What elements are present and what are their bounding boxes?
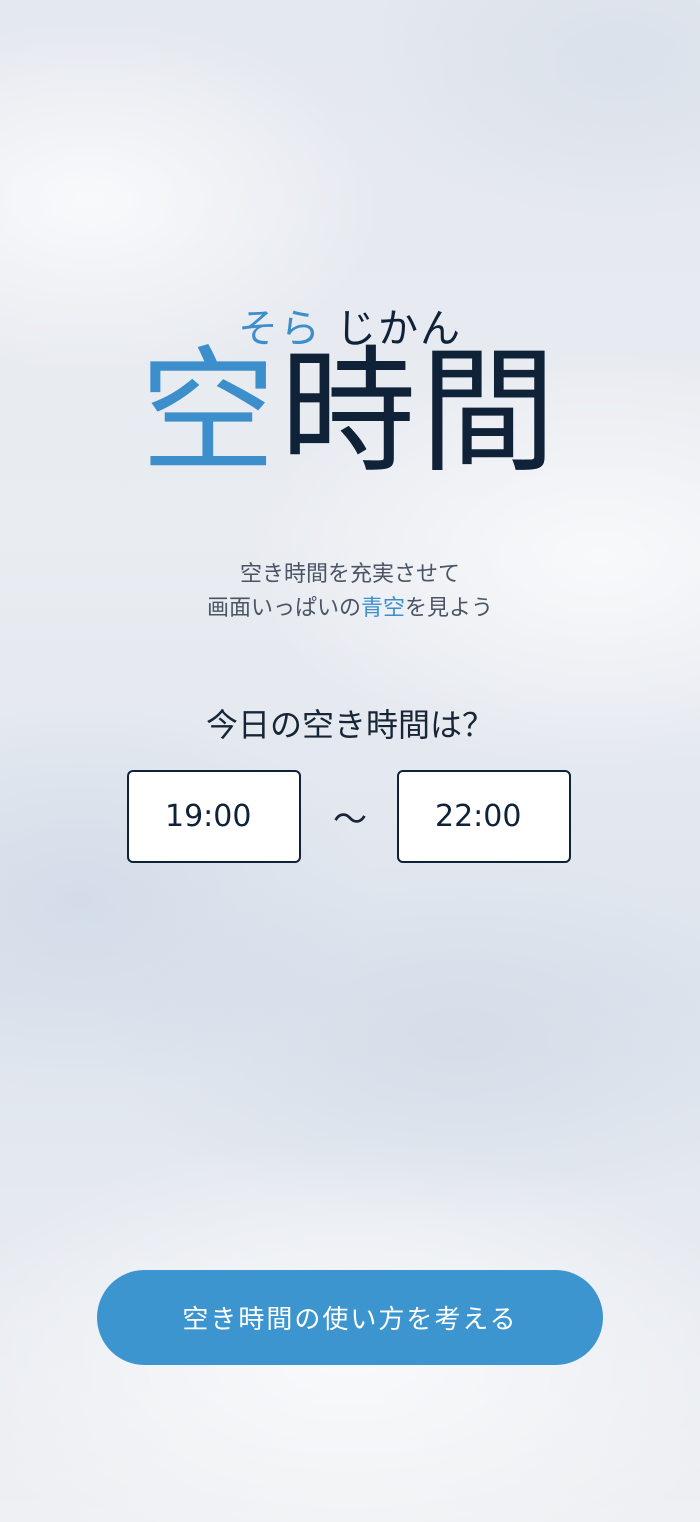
logo-jikan: 時間 [280, 334, 560, 492]
tagline-line1: 空き時間を充実させて [239, 562, 460, 587]
tagline-line2-suffix: を見よう [405, 596, 494, 621]
time-range-separator: 〜 [333, 800, 367, 840]
tagline-highlight: 青空 [360, 596, 405, 621]
app-logo: 空時間 [0, 338, 700, 488]
logo-sora: 空 [140, 334, 280, 492]
end-time-input[interactable]: 22:00 [397, 770, 571, 863]
free-time-question: 今日の空き時間は？ [205, 706, 494, 744]
tagline: 空き時間を充実させて 画面いっぱいの青空を見よう [0, 558, 700, 626]
tagline-line2: 画面いっぱいの青空を見よう [0, 592, 700, 626]
tagline-line2-prefix: 画面いっぱいの [206, 596, 361, 621]
think-free-time-button[interactable]: 空き時間の使い方を考える [97, 1270, 603, 1365]
start-time-input[interactable]: 19:00 [127, 770, 301, 863]
